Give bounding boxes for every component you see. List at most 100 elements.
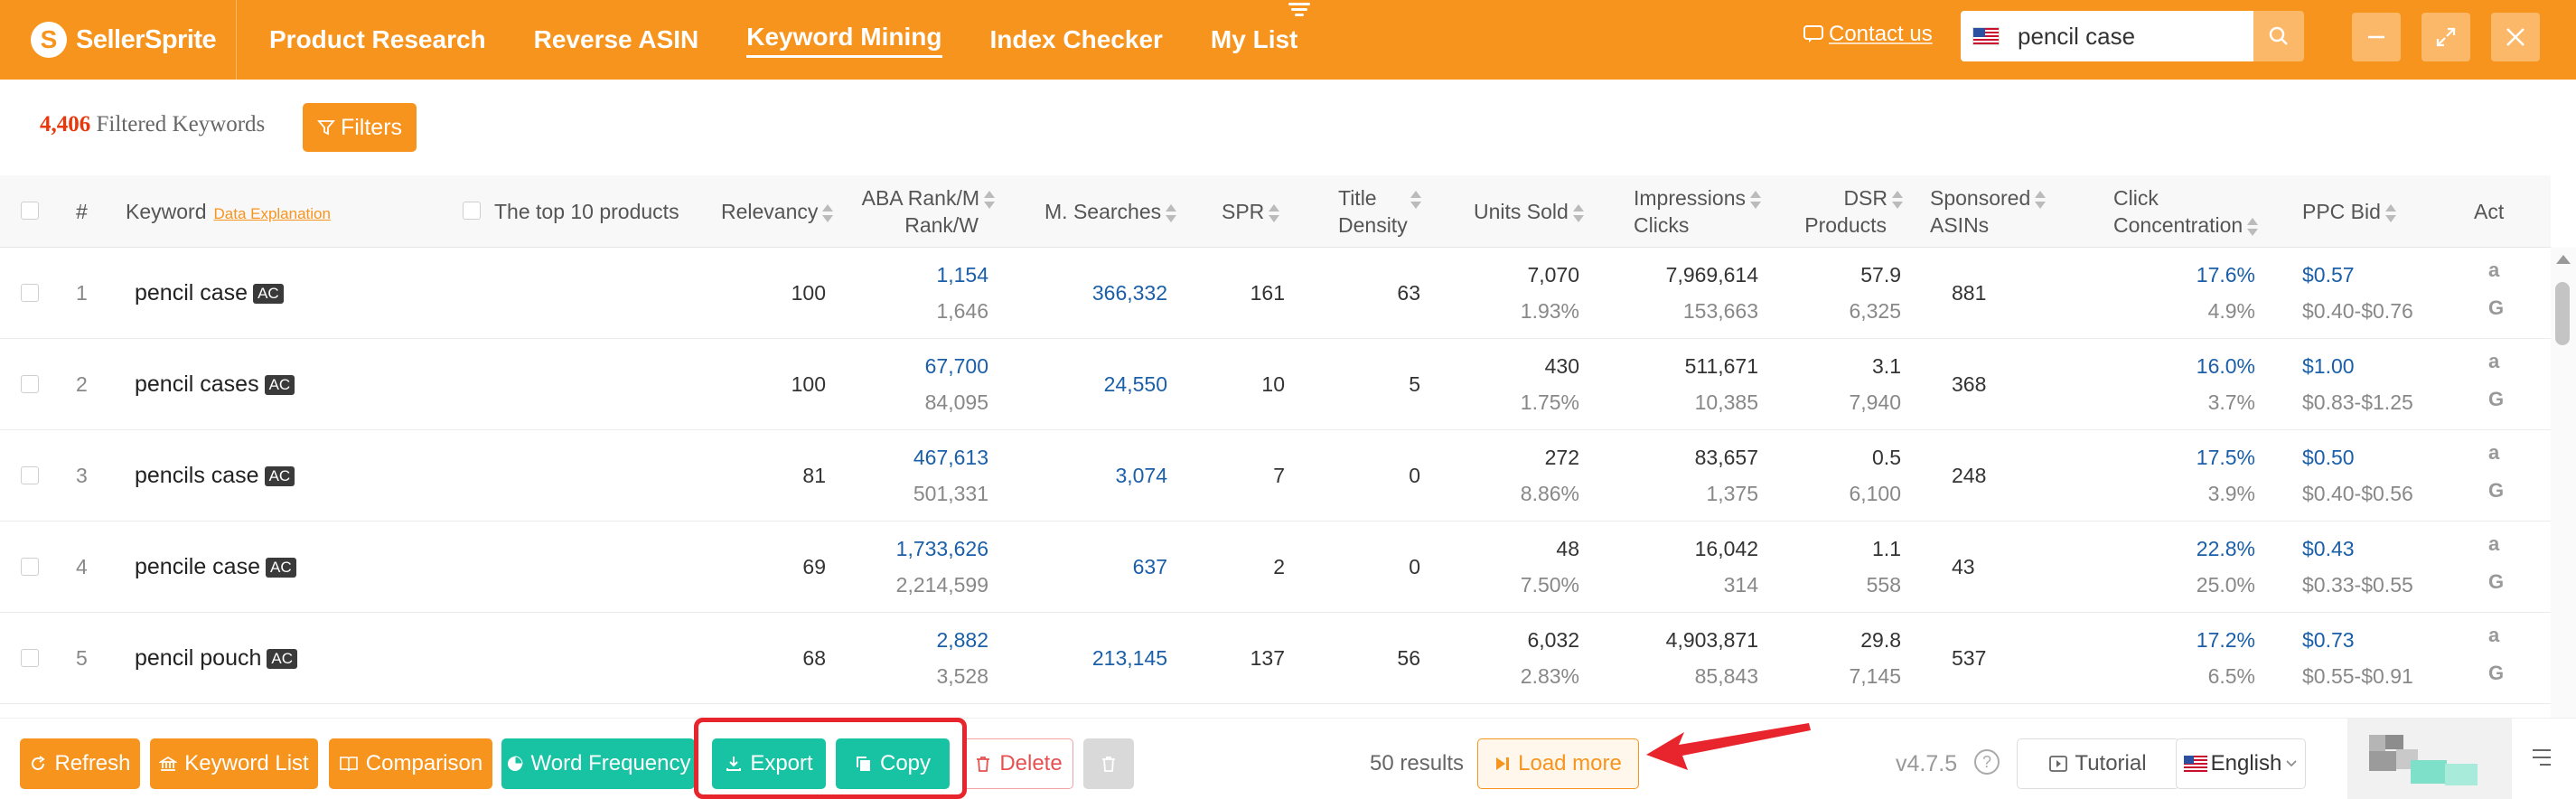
aba-rank-month[interactable]: 467,613 [831, 439, 988, 475]
nav-keyword-mining[interactable]: Keyword Mining [731, 0, 957, 80]
sort-icon[interactable] [1165, 203, 1177, 223]
keyword-list-button[interactable]: Keyword List [150, 738, 318, 789]
row-checkbox[interactable] [21, 284, 39, 302]
keyword-cell[interactable]: pencils case AC [135, 457, 295, 494]
col-aba-rank[interactable]: ABA Rank/M Rank/W [840, 184, 995, 239]
col-keyword[interactable]: Keyword Data Explanation [126, 198, 331, 228]
search-input[interactable] [2018, 22, 2234, 51]
amazon-icon[interactable]: a [2488, 532, 2499, 556]
google-icon[interactable]: G [2488, 388, 2504, 411]
ppc-bid-value[interactable]: $0.50 [2302, 439, 2420, 475]
col-title-density[interactable]: Title Density [1338, 184, 1421, 239]
keyword-cell[interactable]: pencil case AC [135, 275, 284, 311]
sort-icon[interactable] [2034, 190, 2047, 210]
menu-handle-icon[interactable] [1287, 0, 1312, 16]
sort-icon[interactable] [1749, 190, 1761, 210]
delete-button[interactable]: Delete [963, 738, 1073, 789]
keyword-text[interactable]: pencil case [135, 280, 248, 306]
sort-icon[interactable] [983, 190, 995, 210]
google-icon[interactable]: G [2488, 662, 2504, 685]
search-button[interactable] [2253, 11, 2304, 61]
col-m-searches[interactable]: M. Searches [1044, 198, 1177, 225]
row-checkbox[interactable] [21, 558, 39, 576]
table-row[interactable]: pencil cases AC 2 100 67,700 84,095 24,550 10 5 4… [0, 339, 2551, 430]
row-checkbox[interactable] [21, 375, 39, 393]
close-button[interactable] [2491, 13, 2540, 61]
col-click-concentration[interactable]: Click Concentration [2113, 184, 2259, 239]
col-units-sold[interactable]: Units Sold [1474, 198, 1584, 225]
keyword-text[interactable]: pencil pouch [135, 645, 261, 671]
sort-icon[interactable] [1572, 203, 1584, 223]
export-button[interactable]: Export [712, 738, 826, 789]
col-dsr[interactable]: DSR Products [1794, 184, 1903, 239]
ppc-bid-value[interactable]: $0.43 [2302, 531, 2420, 567]
word-frequency-button[interactable]: Word Frequency [501, 738, 695, 789]
scroll-thumb[interactable] [2555, 282, 2570, 345]
help-icon[interactable]: ? [1974, 749, 2000, 775]
monthly-searches[interactable]: 366,332 [1039, 275, 1167, 311]
top10-checkbox[interactable] [463, 202, 481, 220]
clear-button[interactable] [1083, 738, 1134, 789]
user-avatar[interactable] [2347, 719, 2512, 799]
minimize-button[interactable] [2352, 13, 2401, 61]
table-row[interactable]: pencil pouch AC 5 68 2,882 3,528 213,145 137 56 6… [0, 613, 2551, 704]
nav-reverse-asin[interactable]: Reverse ASIN [519, 0, 715, 80]
table-row[interactable]: pencile case AC 4 69 1,733,626 2,214,599 637 2 0… [0, 522, 2551, 613]
sort-icon[interactable] [1268, 203, 1280, 223]
google-icon[interactable]: G [2488, 570, 2504, 594]
row-checkbox[interactable] [21, 466, 39, 484]
us-flag-icon[interactable] [1972, 27, 2000, 45]
contact-us-link[interactable]: Contact us [1803, 22, 1933, 47]
google-icon[interactable]: G [2488, 479, 2504, 503]
monthly-searches[interactable]: 637 [1039, 549, 1167, 585]
data-explanation-link[interactable]: Data Explanation [213, 205, 330, 222]
refresh-button[interactable]: Refresh [20, 738, 140, 789]
aba-rank-month[interactable]: 1,733,626 [831, 531, 988, 567]
col-ppc-bid[interactable]: PPC Bid [2302, 198, 2396, 225]
brand-logo[interactable]: S SellerSprite [0, 0, 237, 80]
amazon-icon[interactable]: a [2488, 441, 2499, 465]
table-row[interactable]: pencils case AC 3 81 467,613 501,331 3,074 7 0 27… [0, 430, 2551, 522]
aba-rank-month[interactable]: 2,882 [831, 622, 988, 658]
sort-icon[interactable] [2246, 217, 2259, 237]
language-select[interactable]: English [2176, 738, 2306, 789]
amazon-icon[interactable]: a [2488, 624, 2499, 647]
scroll-up-icon[interactable] [2556, 255, 2571, 264]
keyword-text[interactable]: pencile case [135, 554, 260, 579]
ppc-bid-value[interactable]: $0.73 [2302, 622, 2420, 658]
col-spr[interactable]: SPR [1222, 198, 1280, 225]
amazon-icon[interactable]: a [2488, 258, 2499, 282]
aba-rank-month[interactable]: 67,700 [831, 348, 988, 384]
amazon-icon[interactable]: a [2488, 350, 2499, 373]
row-checkbox[interactable] [21, 649, 39, 667]
monthly-searches[interactable]: 3,074 [1039, 457, 1167, 494]
comparison-button[interactable]: Comparison [329, 738, 492, 789]
tutorial-button[interactable]: Tutorial [2017, 738, 2179, 789]
ppc-bid-value[interactable]: $1.00 [2302, 348, 2420, 384]
sort-icon[interactable] [821, 203, 834, 223]
aba-rank-month[interactable]: 1,154 [831, 257, 988, 293]
filters-button[interactable]: Filters [303, 103, 417, 152]
keyword-text[interactable]: pencils case [135, 463, 259, 488]
table-row[interactable]: pencil case AC 1 100 1,154 1,646 366,332 161 63 7… [0, 248, 2551, 339]
col-impressions[interactable]: Impressions Clicks [1634, 184, 1761, 239]
nav-index-checker[interactable]: Index Checker [975, 0, 1178, 80]
hamburger-menu-icon[interactable] [2533, 749, 2551, 771]
keyword-cell[interactable]: pencil cases AC [135, 366, 295, 402]
monthly-searches[interactable]: 213,145 [1039, 640, 1167, 676]
nav-product-research[interactable]: Product Research [254, 0, 501, 80]
copy-button[interactable]: Copy [836, 738, 950, 789]
col-sponsored-asins[interactable]: Sponsored ASINs [1930, 184, 2047, 239]
keyword-text[interactable]: pencil cases [135, 371, 259, 397]
load-more-button[interactable]: Load more [1477, 738, 1639, 789]
ppc-bid-value[interactable]: $0.57 [2302, 257, 2420, 293]
sort-icon[interactable] [1891, 190, 1903, 210]
vertical-scrollbar[interactable] [2551, 248, 2576, 718]
google-icon[interactable]: G [2488, 296, 2504, 320]
maximize-button[interactable] [2421, 13, 2470, 61]
monthly-searches[interactable]: 24,550 [1039, 366, 1167, 402]
keyword-cell[interactable]: pencil pouch AC [135, 640, 298, 676]
select-all-checkbox[interactable] [21, 202, 39, 220]
col-relevancy[interactable]: Relevancy [721, 198, 834, 225]
sort-icon[interactable] [2384, 203, 2396, 223]
